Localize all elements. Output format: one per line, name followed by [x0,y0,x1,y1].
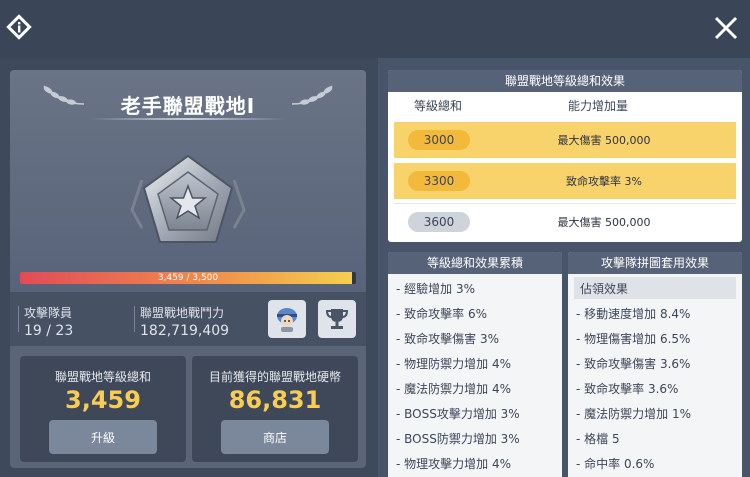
puzzle-effects-title: 攻擊隊拼圖套用效果 [568,252,742,274]
character-button[interactable] [268,300,306,338]
effect-text: 最大傷害 500,000 [557,134,651,147]
level-pill: 3000 [408,130,470,150]
coin-label: 目前獲得的聯盟戰地硬幣 [208,370,341,384]
effect-text: 致命攻擊率 3% [566,175,642,188]
level-pill: 3600 [408,212,470,232]
list-item: - 經驗增加 3% [396,282,475,296]
list-item: - 命中率 0.6% [576,457,655,471]
level-effects-columns: 等級總和 能力增加量 [388,92,742,114]
list-item: - 移動速度增加 8.4% [576,307,691,321]
cumulative-effects-panel: 等級總和效果累積 - 經驗增加 3% - 致命攻擊率 6% - 致命攻擊傷害 3… [388,252,562,477]
list-item: - 物理攻擊力增加 4% [396,457,511,471]
list-item: - 致命攻擊率 3.6% [576,382,679,396]
puzzle-subtitle: 佔領效果 [580,282,629,296]
members-value: 19 / 23 [24,323,74,339]
rank-title: 老手聯盟戰地I [120,94,256,118]
stat-divider [18,306,19,332]
stat-divider [134,306,135,332]
level-sum-label: 聯盟戰地等級總和 [54,370,151,384]
progress-text: 3,459 / 3,500 [157,273,219,283]
column-level-sum: 等級總和 [414,99,463,113]
level-progress-bar: 3,459 / 3,500 [20,272,356,284]
character-icon [277,308,297,332]
list-item: - 物理防禦力增加 4% [396,357,511,371]
list-item: - 魔法防禦力增加 1% [576,407,691,421]
members-label: 攻擊隊員 [24,306,73,320]
level-effects-panel: 聯盟戰地等級總和效果 等級總和 能力增加量 3000 最大傷害 500,000 … [388,70,742,242]
table-row: 3300 致命攻擊率 3% [394,163,736,199]
power-stat: 聯盟戰地戰鬥力 182,719,409 [140,304,229,339]
list-item: - 致命攻擊率 6% [396,307,487,321]
members-stat: 攻擊隊員 19 / 23 [24,304,73,339]
puzzle-effects-panel: 攻擊隊拼圖套用效果 佔領效果 - 移動速度增加 8.4% - 物理傷害增加 6.… [568,252,742,477]
trophy-icon [325,309,349,329]
list-item: - 物理傷害增加 6.5% [576,332,691,346]
list-item: - 致命攻擊傷害 3.6% [576,357,691,371]
level-sum-card: 聯盟戰地等級總和 3,459 升級 [20,356,186,462]
coin-value: 86,831 [228,386,322,414]
list-item: - BOSS防禦力增加 3% [396,432,520,446]
power-value: 182,719,409 [140,323,230,339]
shop-button[interactable]: 商店 [221,420,329,454]
level-effects-title: 聯盟戰地等級總和效果 [388,70,742,92]
power-label: 聯盟戰地戰鬥力 [140,306,225,320]
list-item: - 格檔 5 [576,432,620,446]
info-diamond-icon[interactable] [6,14,32,40]
left-panel: 老手聯盟戰地I 3,459 / 3,500 攻擊隊員 19 / 23 聯盟戰地戰… [10,70,366,468]
top-bar [0,0,750,58]
effect-text: 最大傷害 500,000 [557,216,651,229]
level-pill: 3300 [408,171,470,191]
pentagon-star-medal-icon [130,154,246,243]
upgrade-button[interactable]: 升級 [49,420,157,454]
trophy-button[interactable] [318,300,356,338]
level-sum-value: 3,459 [65,386,141,414]
title-underline [90,118,286,120]
stats-row: 攻擊隊員 19 / 23 聯盟戰地戰鬥力 182,719,409 [10,292,366,346]
cumulative-effects-title: 等級總和效果累積 [388,252,562,274]
list-item: - BOSS攻擊力增加 3% [396,407,520,421]
column-ability-increase: 能力增加量 [568,99,629,113]
list-item: - 魔法防禦力增加 4% [396,382,511,396]
close-icon[interactable] [712,14,740,42]
list-item: - 致命攻擊傷害 3% [396,332,499,346]
coin-card: 目前獲得的聯盟戰地硬幣 86,831 商店 [192,356,358,462]
table-row: 3600 最大傷害 500,000 [394,203,736,239]
table-row: 3000 最大傷害 500,000 [394,122,736,158]
